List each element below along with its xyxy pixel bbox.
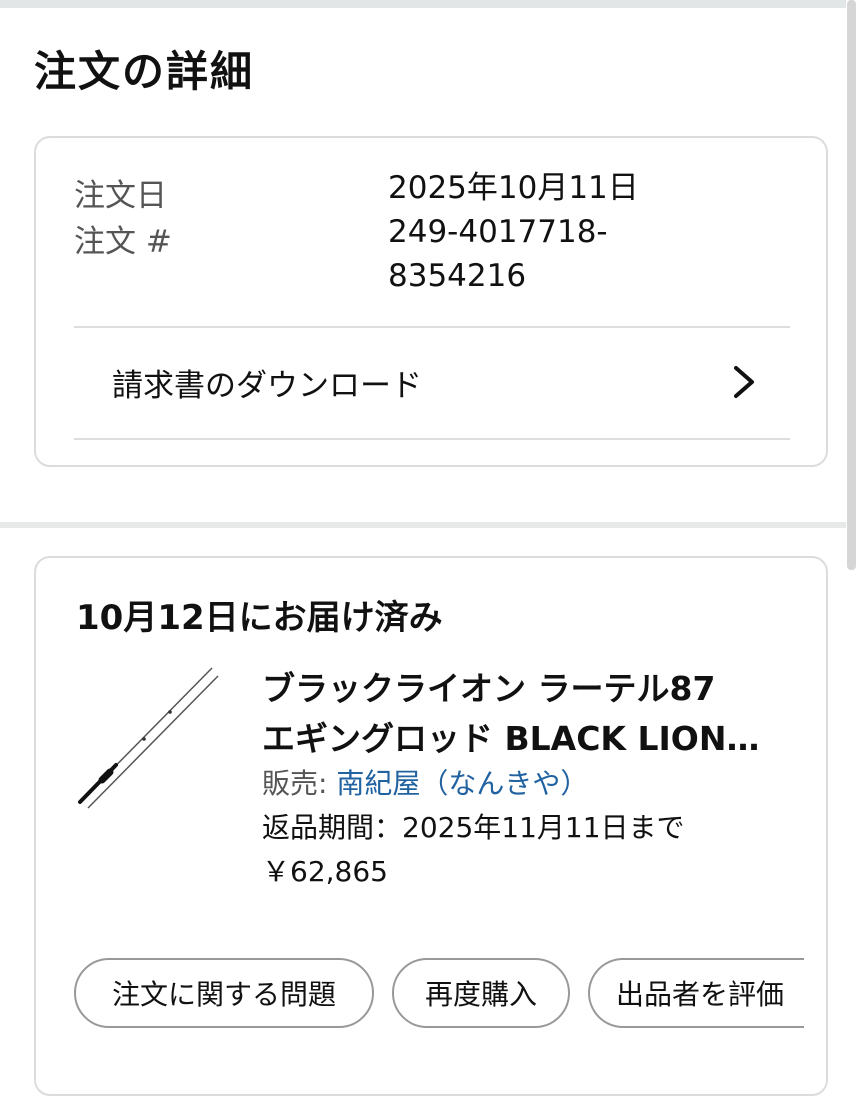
seller-link[interactable]: 南紀屋（なんきや） — [336, 767, 588, 800]
seller-info: 販売: 南紀屋（なんきや） — [262, 762, 588, 802]
order-date-value: 2025年10月11日 — [388, 170, 639, 206]
download-invoice-row[interactable]: 請求書のダウンロード — [74, 328, 790, 440]
seller-prefix: 販売: — [262, 767, 337, 800]
divider — [74, 438, 790, 440]
rate-seller-button[interactable]: 出品者を評価 — [588, 958, 804, 1028]
product-title-line1: ブラックライオン ラーテル87 — [262, 669, 716, 708]
buy-again-button[interactable]: 再度購入 — [392, 958, 570, 1028]
order-number-label: 注文 # — [74, 224, 172, 260]
chevron-right-icon — [734, 366, 754, 398]
delivery-status: 10月12日にお届け済み — [76, 598, 443, 638]
fishing-rod-image[interactable] — [72, 662, 222, 812]
order-date-label: 注文日 — [74, 178, 167, 214]
order-summary-card: 注文日 2025年10月11日 注文 # 249-4017718- 835421… — [34, 136, 828, 467]
price: ￥62,865 — [262, 855, 388, 888]
scrollbar[interactable] — [847, 0, 856, 570]
top-divider — [0, 0, 846, 8]
download-invoice-label: 請求書のダウンロード — [112, 368, 422, 404]
return-window: 返品期間：2025年11月11日まで — [262, 811, 685, 844]
product-title-line2: エギングロッド BLACK LION… — [262, 719, 760, 758]
order-problem-button[interactable]: 注文に関する問題 — [74, 958, 374, 1028]
product-title[interactable]: ブラックライオン ラーテル87 エギングロッド BLACK LION… — [262, 664, 802, 764]
page-title: 注文の詳細 — [34, 47, 255, 96]
order-number-value-line1: 249-4017718- — [388, 214, 608, 250]
shipment-card: 10月12日にお届け済み ブラックライオン ラーテル87 エギングロッド BLA… — [34, 556, 828, 1096]
section-divider — [0, 522, 846, 528]
order-number-value-line2: 8354216 — [388, 258, 527, 294]
